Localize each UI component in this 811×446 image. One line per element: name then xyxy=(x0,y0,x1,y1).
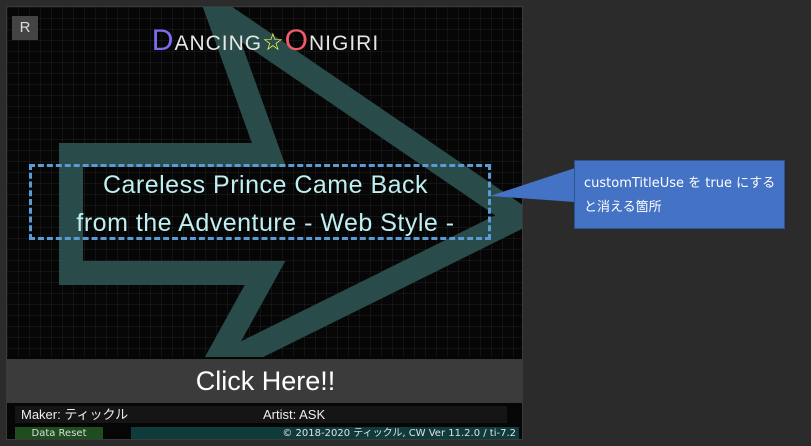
callout-text: customTitleUse を true にすると消える箇所 xyxy=(584,176,776,215)
